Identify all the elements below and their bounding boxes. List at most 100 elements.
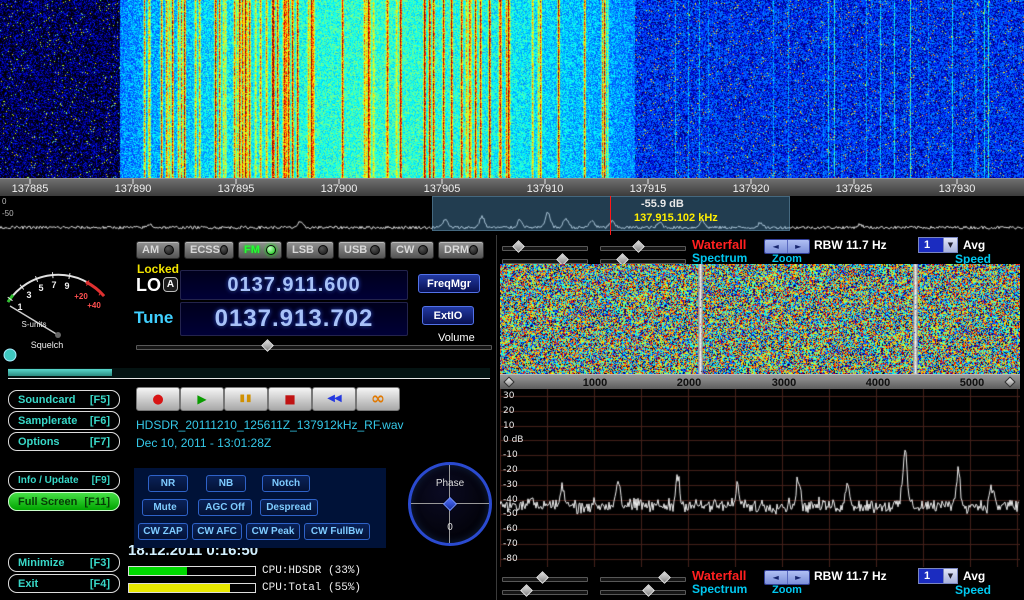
rf-waterfall-brightness-slider[interactable] <box>502 241 588 253</box>
rf-waterfall-contrast-slider[interactable] <box>600 241 686 253</box>
mode-button-drm[interactable]: DRM <box>438 241 484 259</box>
button-label: Info / Update <box>18 475 79 486</box>
selection-band[interactable] <box>432 196 790 231</box>
hdsdr-window: 137885 137890 137895 137900 137905 13791… <box>0 0 1024 600</box>
dropdown-arrow-icon[interactable]: ▼ <box>943 569 957 583</box>
cw-fullbw-button[interactable]: CW FullBw <box>304 523 370 540</box>
loop-icon: ∞ <box>371 391 385 408</box>
zoom-out-button[interactable]: ◄ <box>765 571 787 584</box>
cw-zap-button[interactable]: CW ZAP <box>138 523 188 540</box>
agc-off-button[interactable]: AGC Off <box>198 499 252 516</box>
squelch-label: Squelch <box>31 340 64 350</box>
zoom-out-button[interactable]: ◄ <box>765 240 787 253</box>
zoom-in-button[interactable]: ► <box>787 240 810 253</box>
rewind-icon: ◀◀ <box>327 394 340 404</box>
zoom-in-button[interactable]: ► <box>787 571 810 584</box>
db-axis-label: -10 <box>503 450 518 460</box>
squelch-knob[interactable] <box>4 349 16 361</box>
soundcard-button[interactable]: Soundcard[F5] <box>8 390 120 409</box>
mute-button[interactable]: Mute <box>142 499 188 516</box>
mode-label: AM <box>142 244 159 256</box>
freq-tick-label: 137925 <box>836 183 873 195</box>
dropdown-arrow-icon[interactable]: ▼ <box>943 238 957 252</box>
extio-button[interactable]: ExtIO <box>422 306 474 325</box>
s-meter: 1 3 5 7 9 +20 +40 S-units Squelch <box>0 238 128 368</box>
lo-frequency-display[interactable]: 0137.911.600 <box>180 270 408 300</box>
button-label: Exit <box>18 578 38 590</box>
pause-button[interactable]: ▮▮ <box>224 387 268 411</box>
despread-button[interactable]: Despread <box>260 499 318 516</box>
notch-button[interactable]: Notch <box>262 475 310 492</box>
af-spectrum-label[interactable]: Spectrum <box>692 582 747 596</box>
mode-button-lsb[interactable]: LSB <box>286 241 334 259</box>
rf-spectrum-strip[interactable]: -55.9 dB 137.915.102 kHz 0 -50 <box>0 196 1024 235</box>
smeter-number: 5 <box>38 283 43 293</box>
freq-tick-label: 137910 <box>527 183 564 195</box>
phase-indicator[interactable]: Phase 0 <box>408 462 492 546</box>
tune-label: Tune <box>134 308 173 328</box>
af-zoom-spinner[interactable]: ◄ ► <box>764 570 810 585</box>
af-spectrum-range-slider[interactable] <box>600 585 686 597</box>
mode-button-cw[interactable]: CW <box>390 241 434 259</box>
audio-frequency-scale[interactable]: 1000 2000 3000 4000 5000 <box>500 374 1020 389</box>
mode-button-usb[interactable]: USB <box>338 241 386 259</box>
phase-label: Phase <box>408 478 492 489</box>
smeter-red-number: +40 <box>87 301 101 310</box>
strip-axis-label: 0 <box>2 197 6 206</box>
mode-button-ecss[interactable]: ECSS <box>184 241 234 259</box>
tune-frequency-value: 0137.913.702 <box>215 305 374 333</box>
mode-button-fm[interactable]: FM <box>238 241 282 259</box>
db-axis-label: 20 <box>503 406 514 416</box>
stop-button[interactable]: ■ <box>268 387 312 411</box>
rf-zoom-spinner[interactable]: ◄ ► <box>764 239 810 254</box>
fullscreen-button[interactable]: Full Screen[F11] <box>8 492 120 511</box>
loop-button[interactable]: ∞ <box>356 387 400 411</box>
cw-afc-button[interactable]: CW AFC <box>192 523 242 540</box>
select-value: 1 <box>919 238 943 252</box>
mode-button-am[interactable]: AM <box>136 241 180 259</box>
af-waterfall-contrast-slider[interactable] <box>600 572 686 584</box>
rf-waterfall-display[interactable] <box>0 0 1024 178</box>
rf-speed-select[interactable]: 1 ▼ <box>918 237 958 253</box>
af-spectrum-ref-slider[interactable] <box>502 585 588 597</box>
nb-button[interactable]: NB <box>206 475 246 492</box>
af-waterfall-label[interactable]: Waterfall <box>692 568 746 583</box>
rf-spectrum-label[interactable]: Spectrum <box>692 251 747 265</box>
mode-label: ECSS <box>190 244 220 256</box>
rf-waterfall-label[interactable]: Waterfall <box>692 237 746 252</box>
audio-waterfall-display[interactable] <box>500 264 1020 374</box>
af-waterfall-brightness-slider[interactable] <box>502 572 588 584</box>
exit-button[interactable]: Exit[F4] <box>8 574 120 593</box>
rf-frequency-scale[interactable]: 137885 137890 137895 137900 137905 13791… <box>0 178 1024 198</box>
s-units-label: S-units <box>22 320 47 329</box>
scale-handle[interactable] <box>1004 376 1015 387</box>
af-speed-select[interactable]: 1 ▼ <box>918 568 958 584</box>
cw-peak-button[interactable]: CW Peak <box>246 523 300 540</box>
select-value: 1 <box>919 569 943 583</box>
record-button[interactable]: ● <box>136 387 180 411</box>
tune-frequency-display[interactable]: 0137.913.702 <box>180 302 408 336</box>
freq-tick-label: 137895 <box>218 183 255 195</box>
info-update-button[interactable]: Info / Update[F9] <box>8 471 120 490</box>
freq-tick-label: 137885 <box>12 183 49 195</box>
audio-spectrum-display[interactable] <box>500 389 1020 567</box>
rf-avg-label: Avg <box>963 238 985 252</box>
freqmgr-button[interactable]: FreqMgr <box>418 274 480 293</box>
options-button[interactable]: Options[F7] <box>8 432 120 451</box>
db-axis-label: 30 <box>503 391 514 401</box>
freq-tick-label: 137930 <box>939 183 976 195</box>
rewind-button[interactable]: ◀◀ <box>312 387 356 411</box>
nr-button[interactable]: NR <box>148 475 188 492</box>
scale-handle[interactable] <box>503 376 514 387</box>
samplerate-button[interactable]: Samplerate[F6] <box>8 411 120 430</box>
volume-slider[interactable] <box>136 340 492 352</box>
smeter-red-number: +20 <box>74 292 88 301</box>
signal-level-meter[interactable] <box>8 368 490 379</box>
af-zoom-label: Zoom <box>764 584 810 596</box>
db-axis-label: -50 <box>503 509 518 519</box>
minimize-button[interactable]: Minimize[F3] <box>8 553 120 572</box>
button-label: Options <box>18 436 60 448</box>
lo-lock-badge[interactable]: A <box>163 277 178 292</box>
rf-rbw-label: RBW 11.7 Hz <box>814 238 887 252</box>
play-button[interactable]: ▶ <box>180 387 224 411</box>
